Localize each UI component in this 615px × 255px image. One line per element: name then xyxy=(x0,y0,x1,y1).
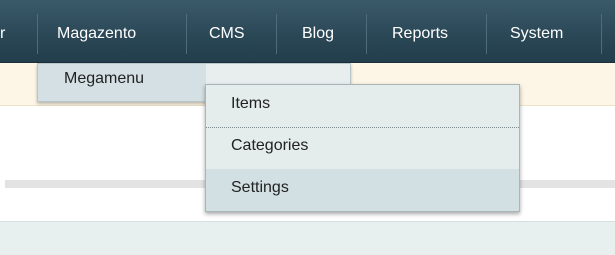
flyout-item-label: Settings xyxy=(231,179,289,196)
flyout-item-items[interactable]: Items xyxy=(206,85,519,127)
menu-item-label: Megamenu xyxy=(64,70,145,87)
nav-item-blog[interactable]: Blog xyxy=(302,14,334,56)
nav-divider xyxy=(186,14,187,54)
nav-divider xyxy=(276,14,277,54)
flyout-item-label: Categories xyxy=(231,137,309,154)
content-panel xyxy=(0,221,615,255)
nav-divider xyxy=(37,14,38,54)
nav-item-magazento[interactable]: Magazento xyxy=(37,14,158,58)
flyout-item-label: Items xyxy=(231,95,271,112)
nav-divider xyxy=(486,14,487,54)
nav-item-cms[interactable]: CMS xyxy=(209,14,245,56)
nav-divider xyxy=(366,14,367,54)
top-nav-bar: r Magazento CMS Blog Reports System xyxy=(0,0,615,63)
nav-item-partial[interactable]: r xyxy=(0,14,5,56)
menu-item-megamenu[interactable]: Megamenu xyxy=(38,64,206,101)
nav-item-system[interactable]: System xyxy=(510,14,563,56)
nav-item-reports[interactable]: Reports xyxy=(392,14,448,56)
nav-divider xyxy=(601,14,602,54)
flyout-item-settings[interactable]: Settings xyxy=(206,169,519,211)
megamenu-flyout: Items Categories Settings xyxy=(205,84,520,212)
flyout-item-categories[interactable]: Categories xyxy=(206,127,519,169)
